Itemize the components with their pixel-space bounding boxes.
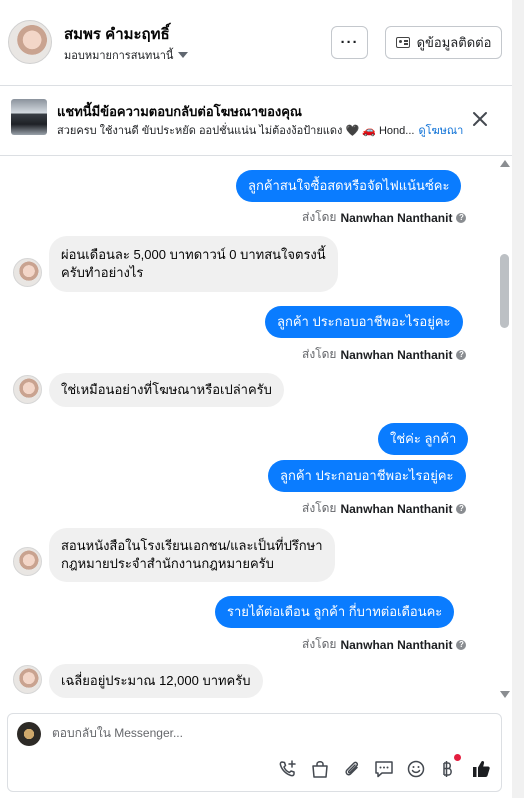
message-line: ใช่เหมือนอย่างที่โฆษณาหรือเปล่าครับ xyxy=(61,382,272,397)
message-line: สอนหนังสือในโรงเรียนเอกชน/และเป็นที่ปรึก… xyxy=(61,538,323,553)
sent-by-label: ส่งโดย Nanwhan Nanthanit ? xyxy=(302,635,467,654)
sender-name: Nanwhan Nanthanit xyxy=(340,210,453,225)
scroll-up-arrow-icon[interactable] xyxy=(500,160,510,167)
message-line: เฉลี่ยอยู่ประมาณ 12,000 บาทครับ xyxy=(61,673,251,688)
chat-icon xyxy=(375,761,393,778)
view-contact-info-label: ดูข้อมูลติดต่อ xyxy=(416,35,492,50)
ad-banner-title: แชทนี้มีข้อความตอบกลับต่อโฆษณาของคุณ xyxy=(57,104,302,119)
contact-avatar-small[interactable] xyxy=(13,375,42,404)
emoji-icon xyxy=(407,760,425,778)
contact-avatar-small[interactable] xyxy=(13,258,42,287)
assign-conversation-dropdown[interactable]: มอบหมายการสนทนานี้ xyxy=(64,46,189,64)
sent-by-prefix: ส่งโดย xyxy=(302,210,337,224)
sent-by-prefix: ส่งโดย xyxy=(302,501,337,515)
call-add-button[interactable] xyxy=(277,758,299,780)
incoming-message[interactable]: ผ่อนเดือนละ 5,000 บาทดาวน์ 0 บาทสนใจตรงน… xyxy=(49,236,338,292)
like-icon xyxy=(473,761,490,777)
like-button[interactable] xyxy=(470,758,492,780)
contact-card-icon xyxy=(395,37,410,48)
outgoing-message[interactable]: ลูกค้าสนใจซื้อสดหรือจัดไฟแน้นซ์คะ xyxy=(236,170,462,202)
sent-by-prefix: ส่งโดย xyxy=(302,637,337,651)
bag-icon xyxy=(312,761,328,778)
call-add-icon xyxy=(279,760,296,777)
outgoing-message[interactable]: รายได้ต่อเดือน ลูกค้า กี่บาทต่อเดือนคะ xyxy=(215,596,455,628)
outgoing-message[interactable]: ใช่ค่ะ ลูกค้า xyxy=(378,423,469,455)
contact-avatar-small[interactable] xyxy=(13,665,42,694)
ad-reply-banner: แชทนี้มีข้อความตอบกลับต่อโฆษณาของคุณ สวย… xyxy=(0,86,512,156)
message-line: ผ่อนเดือนละ 5,000 บาทดาวน์ 0 บาทสนใจตรงน… xyxy=(61,247,326,262)
outgoing-message[interactable]: ลูกค้า ประกอบอาชีพอะไรอยู่คะ xyxy=(268,460,466,492)
attach-button[interactable] xyxy=(341,758,363,780)
sent-by-label: ส่งโดย Nanwhan Nanthanit ? xyxy=(302,208,467,227)
payment-button[interactable] xyxy=(436,758,458,780)
incoming-message[interactable]: ใช่เหมือนอย่างที่โฆษณาหรือเปล่าครับ xyxy=(49,373,284,407)
conversation-header: สมพร คำมะฤทธิ์ มอบหมายการสนทนานี้ ··· ดู… xyxy=(0,0,512,86)
contact-avatar[interactable] xyxy=(8,20,52,64)
info-icon[interactable]: ? xyxy=(456,349,467,360)
ad-banner-text: สวยครบ ใช้งานดี ขับประหยัด ออปชั่นแน่น ไ… xyxy=(57,121,463,139)
view-contact-info-button[interactable]: ดูข้อมูลติดต่อ xyxy=(385,26,502,59)
more-options-button[interactable]: ··· xyxy=(331,26,368,59)
page-avatar xyxy=(17,722,41,746)
assign-label: มอบหมายการสนทนานี้ xyxy=(64,50,174,62)
info-icon[interactable]: ? xyxy=(456,212,467,223)
info-icon[interactable]: ? xyxy=(456,639,467,650)
scroll-down-arrow-icon[interactable] xyxy=(500,691,510,698)
paperclip-icon xyxy=(345,761,358,776)
reply-composer xyxy=(7,713,502,792)
sender-name: Nanwhan Nanthanit xyxy=(340,347,453,362)
sender-name: Nanwhan Nanthanit xyxy=(340,501,453,516)
message-line: กฎหมายประจำสำนักงานกฎหมายครับ xyxy=(61,556,274,571)
reply-input[interactable] xyxy=(52,726,482,740)
sent-by-label: ส่งโดย Nanwhan Nanthanit ? xyxy=(302,499,467,518)
sender-name: Nanwhan Nanthanit xyxy=(340,637,453,652)
info-icon[interactable]: ? xyxy=(456,503,467,514)
baht-icon xyxy=(443,761,452,777)
shop-button[interactable] xyxy=(309,758,331,780)
outgoing-message[interactable]: ลูกค้า ประกอบอาชีพอะไรอยู่คะ xyxy=(265,306,463,338)
close-icon[interactable] xyxy=(470,109,490,129)
ad-description: สวยครบ ใช้งานดี ขับประหยัด ออปชั่นแน่น ไ… xyxy=(57,125,415,137)
saved-replies-button[interactable] xyxy=(373,758,395,780)
ad-thumbnail[interactable] xyxy=(11,99,47,135)
message-line: ครับทำอย่างไร xyxy=(61,265,144,280)
sent-by-label: ส่งโดย Nanwhan Nanthanit ? xyxy=(302,345,467,364)
caret-down-icon xyxy=(178,52,189,58)
incoming-message[interactable]: สอนหนังสือในโรงเรียนเอกชน/และเป็นที่ปรึก… xyxy=(49,528,335,582)
incoming-message[interactable]: เฉลี่ยอยู่ประมาณ 12,000 บาทครับ xyxy=(49,664,263,698)
emoji-button[interactable] xyxy=(405,758,427,780)
contact-name[interactable]: สมพร คำมะฤทธิ์ xyxy=(64,22,170,46)
notification-dot xyxy=(454,754,461,761)
scrollbar-thumb[interactable] xyxy=(500,254,509,328)
more-icon: ··· xyxy=(340,34,359,51)
view-ad-link[interactable]: ดูโฆษณา xyxy=(418,125,463,137)
outer-scrollbar-track[interactable] xyxy=(512,0,524,798)
sent-by-prefix: ส่งโดย xyxy=(302,347,337,361)
contact-avatar-small[interactable] xyxy=(13,547,42,576)
